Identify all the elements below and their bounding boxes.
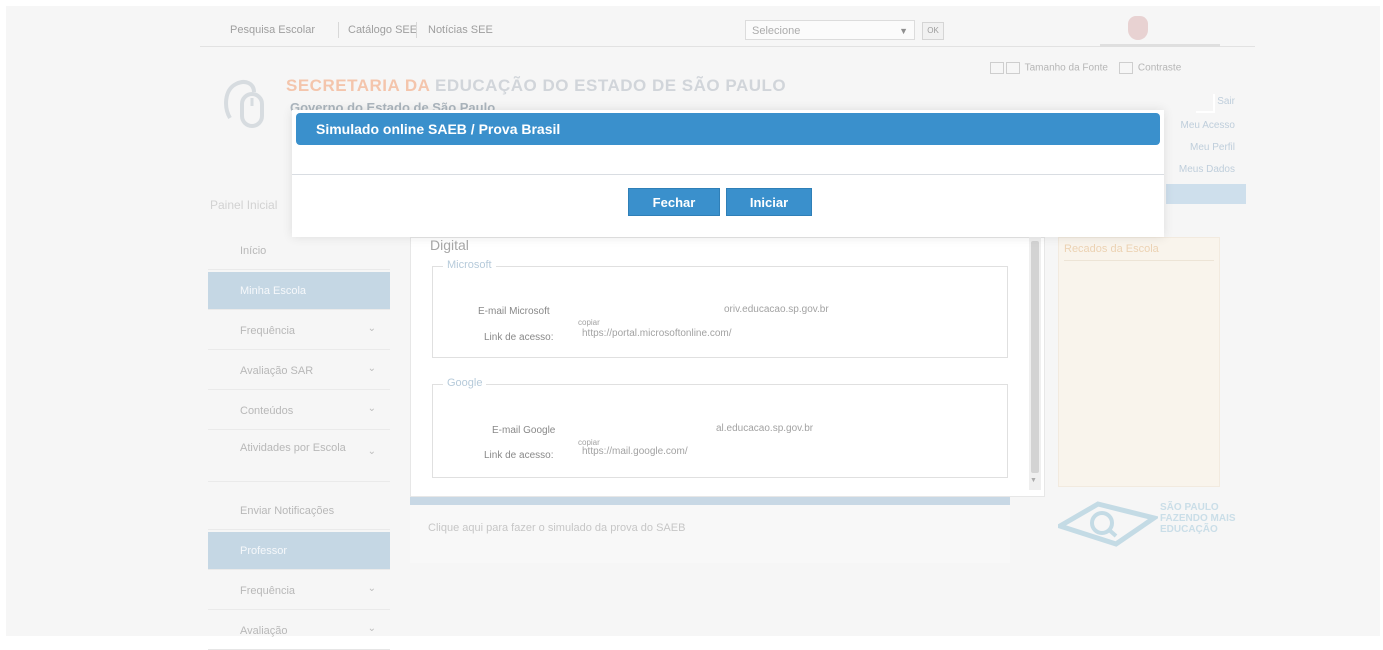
close-button[interactable]: Fechar bbox=[628, 188, 720, 216]
simulado-modal: Simulado online SAEB / Prova Brasil Fech… bbox=[292, 110, 1164, 237]
start-button[interactable]: Iniciar bbox=[726, 188, 812, 216]
modal-title: Simulado online SAEB / Prova Brasil bbox=[316, 121, 561, 137]
modal-header: Simulado online SAEB / Prova Brasil bbox=[296, 113, 1160, 145]
page: Pesquisa Escolar Catálogo SEE Notícias S… bbox=[0, 0, 1383, 650]
corner-marker bbox=[1196, 94, 1215, 113]
modal-backdrop[interactable] bbox=[0, 0, 1383, 636]
modal-divider bbox=[292, 174, 1164, 175]
